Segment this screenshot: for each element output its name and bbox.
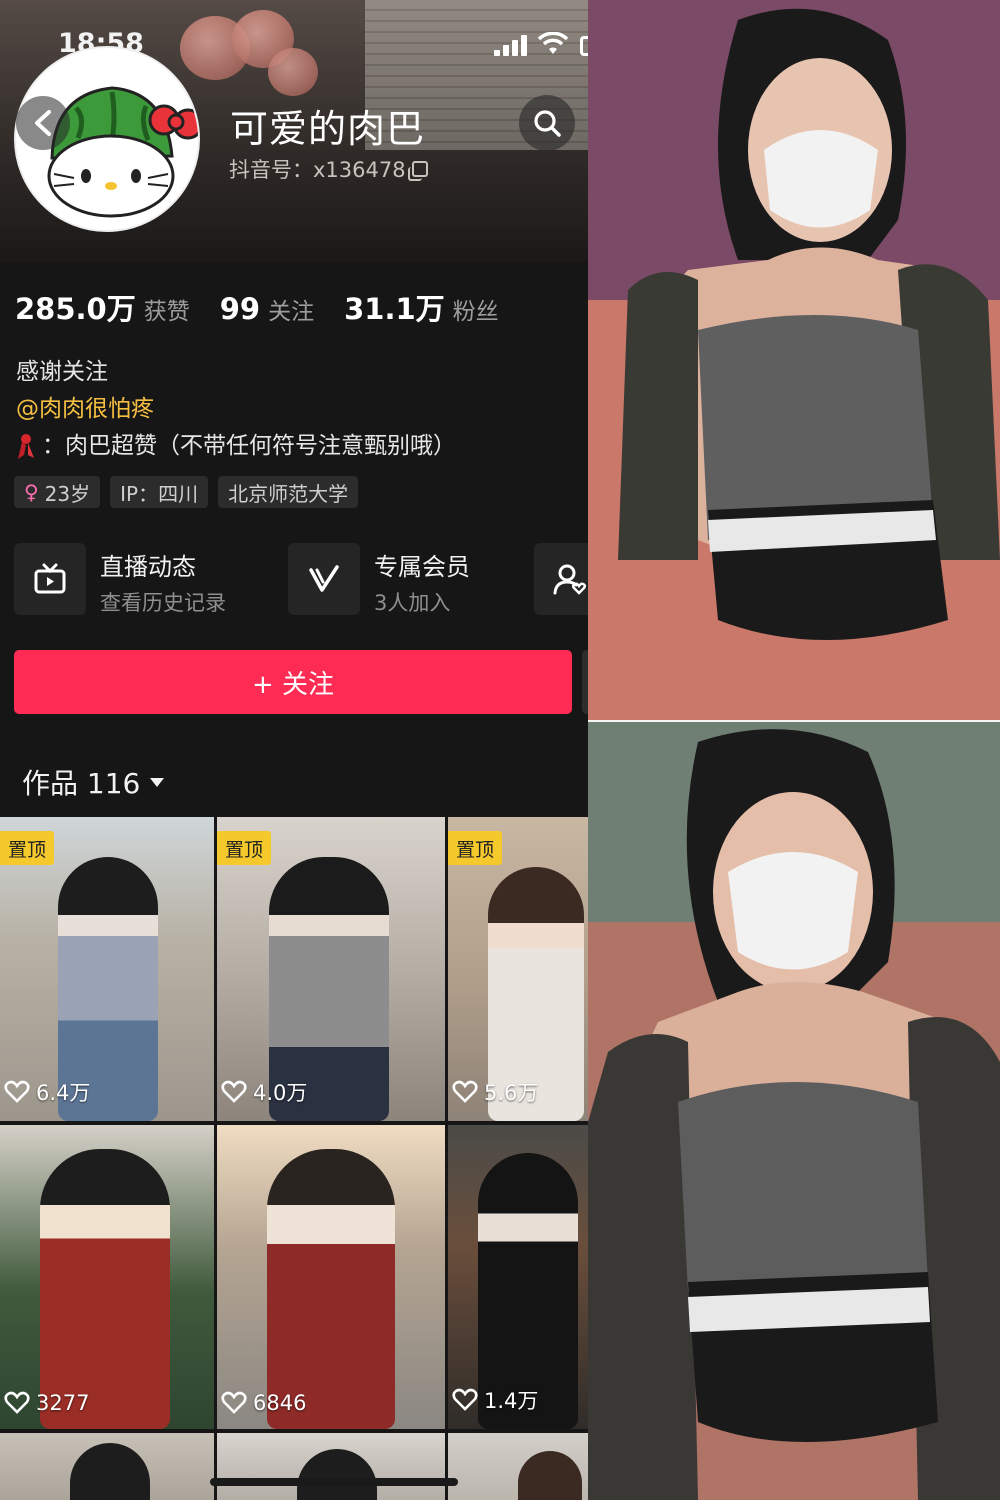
photo-bottom — [588, 722, 1000, 1500]
add-friend-icon — [553, 564, 587, 595]
search-icon — [534, 110, 561, 137]
heart-icon — [221, 1391, 247, 1414]
video-thumbnail[interactable]: 6846 — [217, 1125, 445, 1429]
stat-label: 粉丝 — [452, 299, 499, 325]
feature-title[interactable]: 专属会员 — [374, 547, 470, 582]
video-likes-count: 6846 — [253, 1391, 307, 1415]
cellular-signal-icon — [494, 34, 528, 56]
video-thumbnail[interactable]: 置顶 6.4万 — [0, 817, 214, 1121]
tag-text: IP：四川 — [120, 481, 199, 506]
bio-line: 感谢关注 — [16, 359, 108, 385]
profile-bio: 感谢关注 @肉肉很怕疼 ：肉巴超赞（不带任何符号注意甄别哦） — [16, 354, 456, 465]
video-thumbnail[interactable]: 3277 — [0, 1125, 214, 1429]
works-tab[interactable]: 作品 116 — [22, 762, 165, 802]
video-likes-count: 3277 — [36, 1391, 90, 1415]
video-thumbnail[interactable] — [217, 1433, 445, 1500]
tag-ip: IP：四川 — [110, 476, 209, 508]
feature-subtitle: 查看历史记录 — [100, 591, 226, 615]
tag-text: 23岁 — [44, 481, 91, 506]
video-thumbnail[interactable] — [448, 1433, 588, 1500]
stat-value: 285.0万 — [15, 292, 136, 326]
photo-top — [588, 0, 1000, 720]
stat-followers[interactable]: 31.1万 粉丝 — [344, 286, 499, 328]
video-likes: 4.0万 — [221, 1077, 307, 1107]
copy-icon[interactable] — [407, 161, 428, 181]
video-thumbnail[interactable]: 置顶 4.0万 — [217, 817, 445, 1121]
video-grid: 置顶 6.4万 置顶 4.0万 置顶 5.6万 3277 6846 1.4万 — [0, 817, 588, 1500]
caret-down-icon — [150, 777, 165, 787]
live-history-button[interactable] — [14, 543, 86, 615]
follow-button[interactable]: + 关注 — [14, 650, 572, 714]
profile-screen: 18:58 可爱的肉巴 抖音号：x136478 285.0万 获赞 99 关注 … — [0, 0, 588, 1500]
video-thumbnail[interactable]: 置顶 5.6万 — [448, 817, 588, 1121]
wifi-icon — [538, 32, 568, 54]
stat-label: 关注 — [268, 299, 315, 325]
vip-v-icon — [309, 565, 339, 592]
membership-button[interactable] — [288, 543, 360, 615]
bio-line-text: ：肉巴超赞（不带任何符号注意甄别哦） — [42, 433, 456, 459]
video-thumbnail[interactable]: 1.4万 — [448, 1125, 588, 1429]
works-count: 作品 116 — [22, 767, 141, 800]
heart-icon — [221, 1080, 247, 1103]
heart-icon — [4, 1391, 30, 1414]
stat-likes[interactable]: 285.0万 获赞 — [15, 286, 190, 328]
video-likes: 1.4万 — [452, 1385, 538, 1415]
heart-icon — [4, 1080, 30, 1103]
video-likes: 6.4万 — [4, 1077, 90, 1107]
profile-tags: ♀ 23岁 IP：四川 北京师范大学 — [14, 476, 359, 508]
battery-icon — [580, 36, 588, 56]
pinned-badge: 置顶 — [448, 831, 503, 865]
bio-line: ：肉巴超赞（不带任何符号注意甄别哦） — [16, 428, 456, 465]
photo-person-illustration — [588, 722, 1000, 1500]
feature-subtitle: 3人加入 — [374, 591, 451, 615]
feature-row: 直播动态 查看历史记录 专属会员 3人加入 — [14, 543, 588, 615]
live-tv-icon — [34, 563, 66, 594]
profile-nickname: 可爱的肉巴 — [230, 107, 426, 151]
pinned-badge: 置顶 — [0, 831, 55, 865]
video-likes: 3277 — [4, 1391, 89, 1415]
follow-button-label: + 关注 — [251, 669, 335, 700]
stat-value: 99 — [219, 292, 261, 326]
female-icon: ♀ — [24, 480, 39, 504]
video-likes: 6846 — [221, 1391, 306, 1415]
photo-person-illustration — [588, 0, 1000, 720]
video-likes-count: 6.4万 — [36, 1081, 91, 1105]
heart-icon — [452, 1388, 478, 1411]
red-scarf-icon — [18, 433, 34, 459]
video-likes-count: 5.6万 — [484, 1081, 539, 1105]
heart-icon — [452, 1080, 478, 1103]
back-button[interactable] — [16, 96, 70, 150]
tag-text: 北京师范大学 — [228, 481, 349, 506]
video-thumbnail[interactable] — [0, 1433, 214, 1500]
tag-age: ♀ 23岁 — [14, 476, 101, 508]
video-likes-count: 1.4万 — [484, 1389, 539, 1413]
douyin-id-text: 抖音号：x136478 — [229, 158, 406, 182]
tag-school[interactable]: 北京师范大学 — [218, 476, 359, 508]
feature-title[interactable]: 直播动态 — [100, 547, 196, 582]
stat-value: 31.1万 — [344, 292, 445, 326]
home-indicator[interactable] — [210, 1478, 458, 1486]
stat-following[interactable]: 99 关注 — [220, 292, 314, 326]
chevron-left-icon — [35, 110, 51, 136]
profile-stats: 285.0万 获赞 99 关注 31.1万 粉丝 — [15, 286, 499, 328]
stat-label: 获赞 — [143, 299, 190, 325]
search-button[interactable] — [519, 95, 575, 151]
add-friend-button[interactable] — [534, 543, 588, 615]
video-likes-count: 4.0万 — [253, 1081, 308, 1105]
pinned-badge: 置顶 — [217, 831, 272, 865]
douyin-id[interactable]: 抖音号：x136478 — [229, 154, 428, 184]
video-likes: 5.6万 — [452, 1077, 538, 1107]
bio-mention-link[interactable]: @肉肉很怕疼 — [16, 391, 456, 428]
